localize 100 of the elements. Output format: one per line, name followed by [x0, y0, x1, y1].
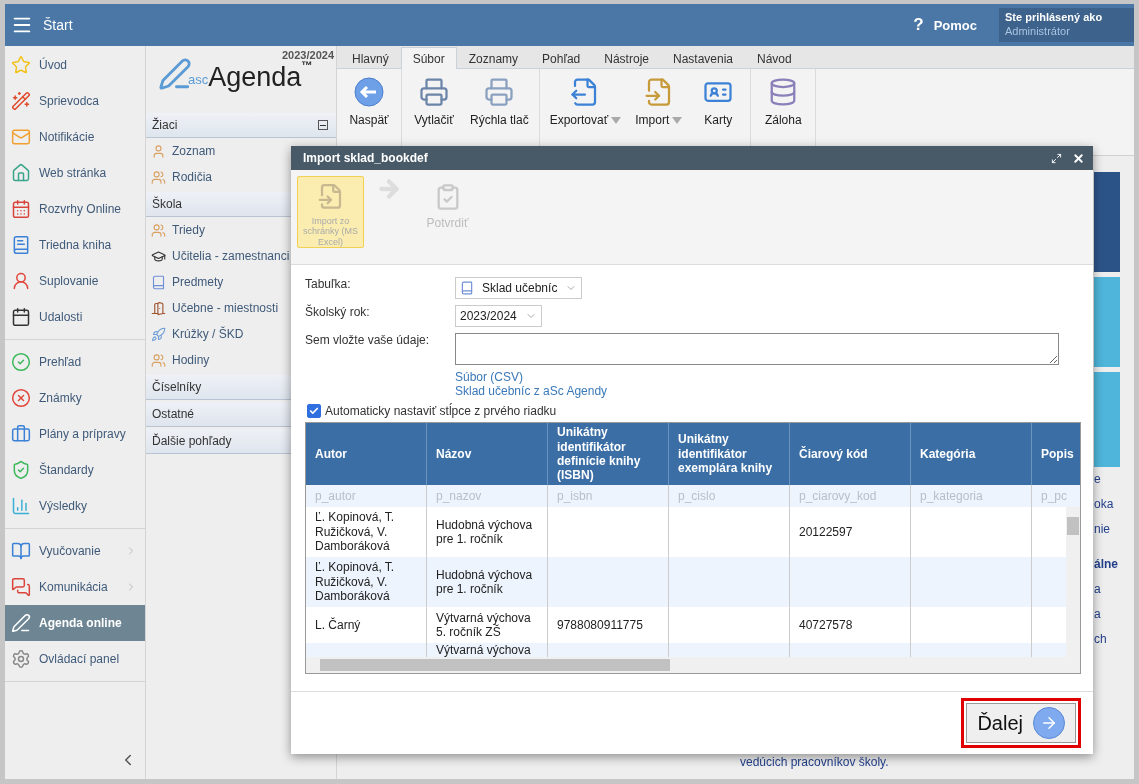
next-button[interactable]: Ďalej: [966, 703, 1076, 743]
sidebar-item[interactable]: Vyučovanie: [5, 533, 145, 569]
ribbon-button[interactable]: Naspäť: [343, 77, 395, 127]
book-icon: [11, 235, 31, 255]
ribbon-tab[interactable]: Návod: [745, 47, 804, 69]
panel-text: vedúcich pracovníkov školy.: [740, 755, 889, 769]
paste-field[interactable]: [455, 333, 1059, 365]
sidebar-item[interactable]: Prehľad: [5, 344, 145, 380]
ribbon-tab[interactable]: Nastavenia: [660, 47, 745, 69]
calendar-icon: [11, 307, 31, 327]
sidebar-item[interactable]: Ovládací panel: [5, 641, 145, 677]
sidebar-item[interactable]: Notifikácie: [5, 119, 145, 155]
ribbon-tab[interactable]: Hlavný: [340, 47, 401, 69]
field-label: Školský rok:: [305, 305, 371, 321]
horizontal-scrollbar[interactable]: [306, 657, 1080, 673]
user-menu[interactable]: Ste prihlásený ako Administrátor: [999, 8, 1134, 42]
column-header: Autor: [306, 423, 427, 485]
text-fragment: a: [1094, 582, 1102, 598]
calendar-icon: [11, 199, 31, 219]
sidebar-item[interactable]: Komunikácia: [5, 569, 145, 605]
mail-icon: [11, 127, 31, 147]
ribbon-button[interactable]: Záloha: [757, 77, 810, 127]
people-icon: [151, 352, 166, 368]
people-icon: [151, 222, 166, 238]
text-fragment: oka: [1094, 497, 1115, 513]
chat-icon: [11, 577, 31, 597]
sidebar-item[interactable]: Sprievodca: [5, 83, 145, 119]
column-header: Kategória: [911, 423, 1032, 485]
sidebar-item[interactable]: Suplovanie: [5, 263, 145, 299]
column-header: Popis: [1032, 423, 1080, 485]
printer-icon: [484, 77, 515, 107]
sidebar-item[interactable]: Štandardy: [5, 452, 145, 488]
logo-name: Agenda: [208, 64, 302, 91]
close-icon[interactable]: [1072, 151, 1085, 165]
page-title: Štart: [43, 17, 73, 33]
vertical-scrollbar[interactable]: [1066, 507, 1080, 657]
sidebar-item[interactable]: Agenda online: [5, 605, 145, 641]
dropdown-icon: [611, 116, 622, 124]
nav-item[interactable]: Hodiny: [146, 347, 336, 373]
trademark: ™: [301, 59, 313, 71]
source-link[interactable]: Súbor (CSV): [455, 370, 1079, 384]
book-icon: [151, 274, 166, 290]
field-label: Sem vložte vaše údaje:: [305, 333, 431, 349]
wand-icon: [11, 91, 31, 111]
ribbon-button[interactable]: Karty: [692, 77, 745, 127]
year-select[interactable]: 2023/2024: [455, 305, 542, 327]
dropdown-icon: [672, 116, 683, 124]
column-header: Názov: [427, 423, 548, 485]
sidebar-item[interactable]: Výsledky: [5, 488, 145, 524]
column-header: Unikátny identifikátor definície knihy (ISBN): [548, 423, 669, 485]
cross-circle-icon: [11, 388, 31, 408]
column-header: Unikátny identifikátor exemplára knihy: [669, 423, 790, 485]
sidebar-item[interactable]: Plány a prípravy: [5, 416, 145, 452]
help-link[interactable]: Pomoc: [933, 17, 977, 33]
ribbon-button[interactable]: Exportovať: [545, 77, 626, 127]
ribbon-tab[interactable]: Súbor: [400, 47, 457, 69]
sidebar-item[interactable]: Udalosti: [5, 299, 145, 335]
text-fragment: a: [1094, 607, 1102, 623]
text-fragment: nie: [1094, 522, 1111, 538]
pen-icon: [11, 613, 31, 633]
ribbon-tab[interactable]: Nástroje: [592, 47, 661, 69]
sidebar-item[interactable]: Úvod: [5, 47, 145, 83]
rocket-icon: [151, 326, 166, 342]
field-label: Tabuľka:: [305, 277, 352, 293]
settings-icon: [11, 649, 31, 669]
table-select[interactable]: Sklad učebníc: [455, 277, 583, 299]
sidebar-item[interactable]: Známky: [5, 380, 145, 416]
briefcase-icon: [11, 424, 31, 444]
section-header[interactable]: Žiaci: [146, 113, 336, 138]
bar-chart-icon: [11, 496, 31, 516]
collapse-toggle[interactable]: [318, 120, 328, 130]
open-book-icon: [11, 541, 31, 561]
back-icon: [354, 77, 384, 107]
people-icon: [151, 169, 166, 185]
sidebar-item[interactable]: Rozvrhy Online: [5, 191, 145, 227]
ribbon-button[interactable]: Vytlačiť: [408, 77, 460, 127]
logo-prefix: asc: [188, 72, 209, 87]
dialog-title: Import sklad_bookdef: [303, 151, 429, 165]
star-icon: [11, 55, 31, 75]
column-header: Čiarový kód: [790, 423, 911, 485]
person-icon: [11, 271, 31, 291]
graduation-cap-icon: [151, 248, 166, 264]
sidebar-item[interactable]: Triedna kniha: [5, 227, 145, 263]
text-fragment: álne: [1094, 557, 1119, 573]
ribbon-button[interactable]: Import: [631, 77, 687, 127]
check-icon: [309, 406, 319, 416]
ribbon-tab[interactable]: Zoznamy: [456, 47, 531, 69]
school-year: 2023/2024: [281, 49, 334, 61]
source-link[interactable]: Sklad učebníc z aSc Agendy: [455, 384, 1079, 398]
book-icon: [460, 281, 474, 295]
printer-icon: [419, 77, 449, 107]
ribbon-tab[interactable]: Pohľad: [530, 47, 593, 69]
check-circle-icon: [11, 352, 31, 372]
user-caption: Ste prihlásený ako: [1005, 11, 1104, 23]
house-icon: [11, 163, 31, 183]
sidebar-item[interactable]: Web stránka: [5, 155, 145, 191]
ribbon-button[interactable]: Rýchla tlač: [466, 77, 533, 127]
door-icon: [151, 300, 166, 316]
help-icon[interactable]: ?: [913, 15, 924, 35]
maximize-icon[interactable]: [1051, 152, 1062, 164]
